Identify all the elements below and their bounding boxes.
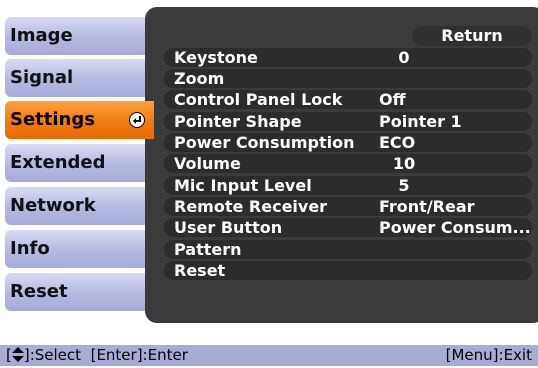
menu-row-label: User Button (174, 218, 283, 237)
menu-row-label: Zoom (174, 69, 225, 88)
menu-row-label: Remote Receiver (174, 197, 328, 216)
menu-row-value: Pointer 1 (379, 112, 462, 131)
enter-hint: [Enter]:Enter (90, 346, 188, 364)
menu-row-label: Mic Input Level (174, 176, 312, 195)
menu-row-value: Off (379, 90, 406, 109)
menu-row-user-button[interactable]: User Button Power Consum... (164, 218, 532, 237)
tab-extended[interactable]: Extended (5, 144, 151, 182)
menu-row-value: ECO (379, 133, 416, 152)
menu-row-pointer-shape[interactable]: Pointer Shape Pointer 1 (164, 112, 532, 131)
tab-network-label: Network (10, 195, 96, 216)
menu-row-label: Power Consumption (174, 133, 355, 152)
menu-row-label: Reset (174, 261, 226, 280)
menu-row-label: Control Panel Lock (174, 90, 343, 109)
menu-row-control-panel-lock[interactable]: Control Panel Lock Off (164, 90, 532, 109)
menu-row-zoom[interactable]: Zoom (164, 69, 532, 88)
tab-reset-label: Reset (10, 281, 68, 302)
menu-row-value: 0 (398, 48, 410, 67)
tab-signal-label: Signal (10, 67, 74, 88)
tab-signal[interactable]: Signal (5, 59, 151, 97)
menu-row-label: Pointer Shape (174, 112, 302, 131)
menu-row-label: Keystone (174, 48, 258, 67)
tab-image-label: Image (10, 25, 73, 46)
menu-row-label: Volume (174, 154, 241, 173)
help-bar: []:Select [Enter]:Enter [Menu]:Exit (0, 345, 538, 366)
tab-settings[interactable]: Settings (5, 101, 151, 139)
tab-settings-label: Settings (10, 109, 95, 130)
help-bar-left: []:Select [Enter]:Enter (6, 345, 188, 366)
menu-row-volume[interactable]: Volume 10 (164, 154, 532, 173)
menu-row-power-consumption[interactable]: Power Consumption ECO (164, 133, 532, 152)
tab-network[interactable]: Network (5, 187, 151, 225)
tab-info-label: Info (10, 238, 50, 259)
menu-row-value: 5 (398, 176, 410, 195)
menu-row-label: Pattern (174, 240, 242, 259)
menu-row-value: Front/Rear (379, 197, 475, 216)
menu-row-value: Power Consum... (379, 218, 531, 237)
up-down-arrow-icon (11, 347, 24, 362)
menu-row-pattern[interactable]: Pattern (164, 240, 532, 259)
menu-row-mic-input-level[interactable]: Mic Input Level 5 (164, 176, 532, 195)
tab-extended-label: Extended (10, 152, 106, 173)
tab-info[interactable]: Info (5, 230, 151, 268)
menu-row-remote-receiver[interactable]: Remote Receiver Front/Rear (164, 197, 532, 216)
enter-icon (129, 112, 145, 128)
select-hint-suffix: ]:Select (23, 346, 82, 364)
menu-row-value: 10 (392, 154, 416, 173)
exit-hint: [Menu]:Exit (445, 346, 532, 364)
return-button[interactable]: Return (412, 26, 532, 46)
menu-row-reset[interactable]: Reset (164, 261, 532, 280)
menu-row-keystone[interactable]: Keystone 0 (164, 48, 532, 67)
tab-reset[interactable]: Reset (5, 273, 151, 311)
tab-image[interactable]: Image (5, 17, 151, 55)
